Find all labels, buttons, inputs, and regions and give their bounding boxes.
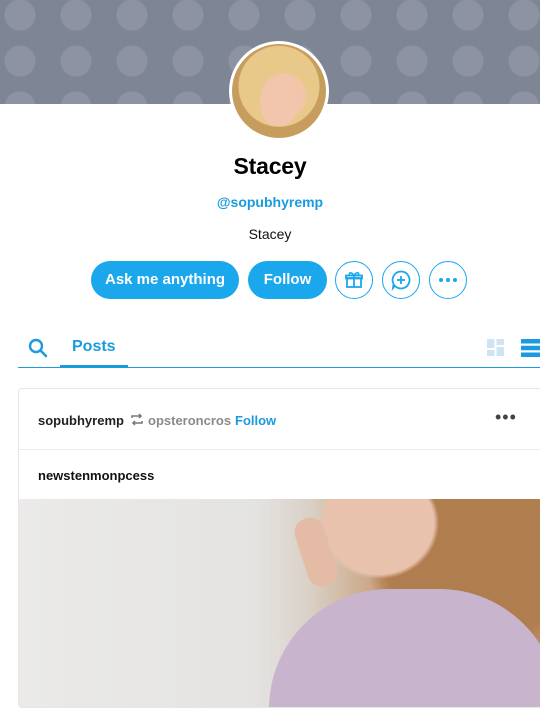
post-image[interactable] (19, 499, 540, 707)
post-header: sopubhyremp opsteroncros Follow ••• (19, 389, 540, 450)
post-follow-link[interactable]: Follow (235, 413, 276, 428)
search-icon[interactable] (28, 338, 48, 358)
avatar[interactable] (229, 41, 329, 141)
grid-view-icon[interactable] (487, 339, 504, 356)
ask-me-anything-button[interactable]: Ask me anything (91, 261, 239, 299)
post-author[interactable]: sopubhyremp (38, 413, 124, 428)
avatar-image (232, 44, 326, 138)
tab-posts[interactable]: Posts (72, 338, 116, 356)
gift-icon (345, 272, 363, 288)
gift-button[interactable] (335, 261, 373, 299)
tabs-divider (18, 367, 540, 368)
post-image-face (319, 499, 439, 579)
list-view-icon[interactable] (521, 339, 540, 357)
blog-description: Stacey (248, 226, 292, 242)
post-card: sopubhyremp opsteroncros Follow ••• news… (18, 388, 540, 708)
post-title: newstenmonpcess (38, 468, 155, 483)
blog-handle[interactable]: @sopubhyremp (0, 194, 540, 210)
follow-button[interactable]: Follow (248, 261, 327, 299)
post-reblog-source[interactable]: opsteroncros (148, 413, 231, 428)
reblog-icon (131, 413, 143, 426)
post-more-button[interactable]: ••• (495, 407, 517, 428)
chat-plus-icon (391, 270, 411, 291)
blog-title: Stacey (233, 153, 307, 179)
message-button[interactable] (382, 261, 420, 299)
more-icon (439, 278, 457, 282)
more-options-button[interactable] (429, 261, 467, 299)
